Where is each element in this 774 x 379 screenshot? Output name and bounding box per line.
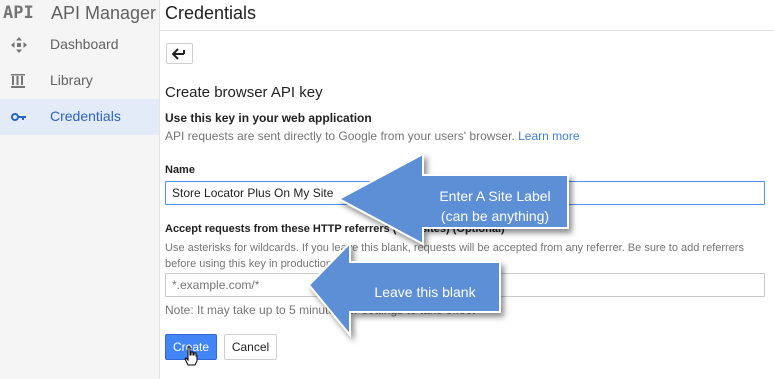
- app-name: API Manager: [51, 3, 157, 23]
- learn-more-link[interactable]: Learn more: [518, 129, 579, 143]
- callout-name-text: Enter A Site Label (can be anything): [420, 186, 570, 226]
- sidebar-item-label: Credentials: [50, 108, 121, 124]
- referrers-help: Use asterisks for wildcards. If you leav…: [165, 242, 744, 270]
- sidebar: API API Manager Dashboard Library Creden…: [0, 0, 160, 379]
- api-logo: API: [3, 3, 34, 23]
- callout-referrers-text: Leave this blank: [374, 284, 476, 300]
- help-text: API requests are sent directly to Google…: [165, 129, 580, 143]
- hand-cursor-icon: [184, 346, 198, 366]
- key-icon: [10, 108, 28, 126]
- brand: API API Manager: [0, 0, 159, 27]
- page-title: Credentials: [165, 3, 257, 23]
- sidebar-item-label: Library: [50, 72, 93, 88]
- propagation-note: Note: It may take up to 5 minutes for se…: [165, 303, 475, 317]
- back-arrow-icon: [172, 48, 185, 60]
- sidebar-item-library[interactable]: Library: [0, 63, 159, 99]
- sidebar-item-label: Dashboard: [50, 36, 119, 52]
- sidebar-item-credentials[interactable]: Credentials: [0, 99, 159, 135]
- cancel-button[interactable]: Cancel: [224, 334, 277, 360]
- dashboard-icon: [10, 36, 28, 54]
- help-text-body: API requests are sent directly to Google…: [165, 129, 515, 143]
- callout-name-line2: (can be anything): [440, 208, 550, 224]
- callout-name-line1: Enter A Site Label: [439, 188, 551, 204]
- form-title: Create browser API key: [165, 84, 323, 101]
- library-icon: [10, 72, 28, 90]
- header-divider: [160, 30, 774, 31]
- sidebar-item-dashboard[interactable]: Dashboard: [0, 27, 159, 63]
- section-heading: Use this key in your web application: [165, 111, 372, 125]
- name-label: Name: [165, 164, 195, 176]
- back-button[interactable]: [166, 43, 193, 64]
